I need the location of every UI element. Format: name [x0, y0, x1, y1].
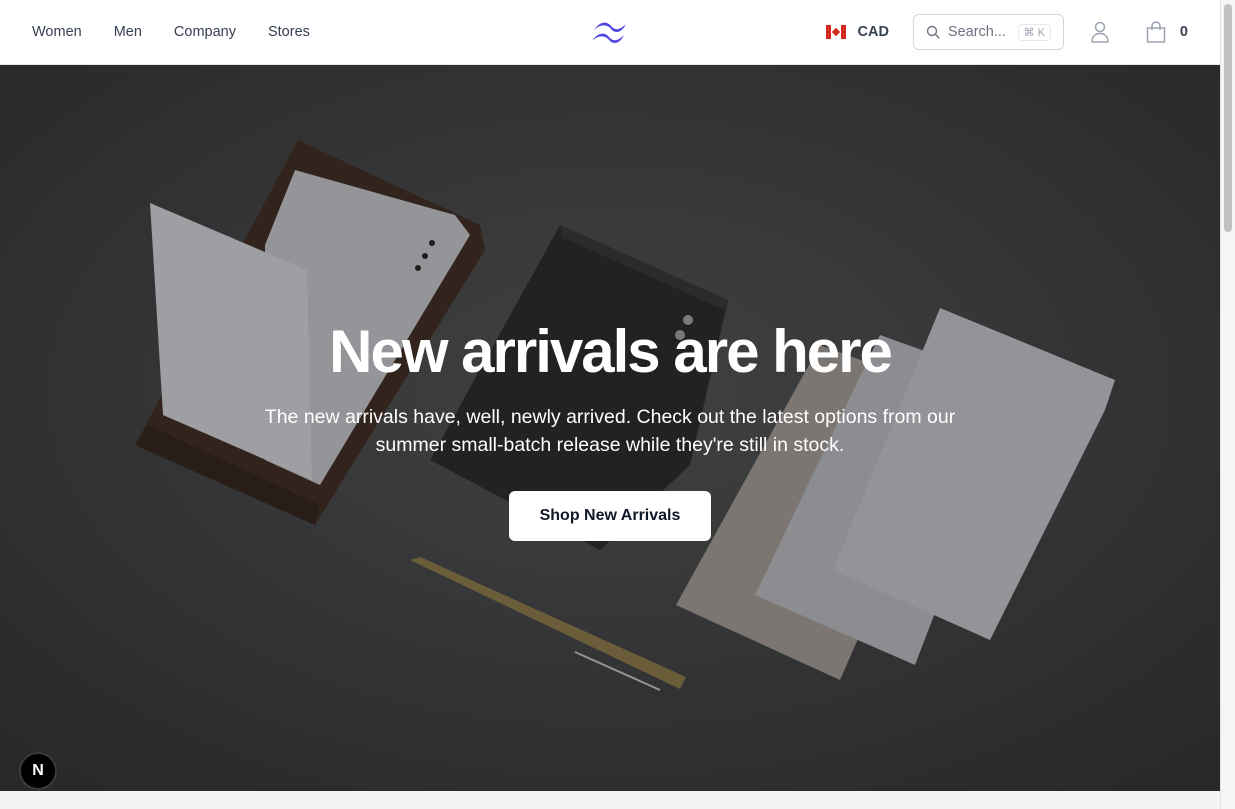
- search-icon: [926, 25, 940, 39]
- currency-label: CAD: [857, 24, 889, 40]
- canada-flag-icon: [825, 25, 846, 39]
- page: Women Men Company Stores CAD Search... ⌘…: [0, 0, 1220, 809]
- hero-content: New arrivals are here The new arrivals h…: [0, 317, 1220, 541]
- vertical-scrollbar[interactable]: [1220, 0, 1235, 809]
- site-header: Women Men Company Stores CAD Search... ⌘…: [0, 0, 1220, 65]
- next-section-edge: [0, 791, 1220, 809]
- main-nav: Women Men Company Stores: [32, 24, 310, 40]
- currency-selector[interactable]: CAD: [825, 24, 889, 40]
- header-actions: CAD Search... ⌘ K 0: [825, 0, 1188, 64]
- nextjs-devtools-badge[interactable]: N: [19, 752, 57, 790]
- shop-new-arrivals-button[interactable]: Shop New Arrivals: [509, 491, 711, 541]
- nav-item-stores[interactable]: Stores: [268, 24, 310, 40]
- search-button[interactable]: Search... ⌘ K: [912, 14, 1064, 50]
- cart-button[interactable]: 0: [1146, 21, 1188, 43]
- account-icon[interactable]: [1090, 21, 1110, 43]
- scrollbar-thumb[interactable]: [1224, 4, 1232, 232]
- search-placeholder: Search...: [947, 24, 1006, 40]
- nav-item-men[interactable]: Men: [114, 24, 142, 40]
- nextjs-logo-letter: N: [32, 762, 44, 779]
- hero-title: New arrivals are here: [329, 318, 893, 385]
- cart-count: 0: [1179, 24, 1188, 40]
- hero-subtitle: The new arrivals have, well, newly arriv…: [264, 406, 956, 456]
- nav-item-women[interactable]: Women: [32, 24, 82, 40]
- nav-item-company[interactable]: Company: [174, 24, 236, 40]
- search-shortcut: ⌘ K: [1017, 23, 1051, 41]
- brand-logo[interactable]: [591, 18, 629, 46]
- hero-section: New arrivals are here The new arrivals h…: [0, 65, 1220, 791]
- shopping-bag-icon: [1146, 21, 1166, 43]
